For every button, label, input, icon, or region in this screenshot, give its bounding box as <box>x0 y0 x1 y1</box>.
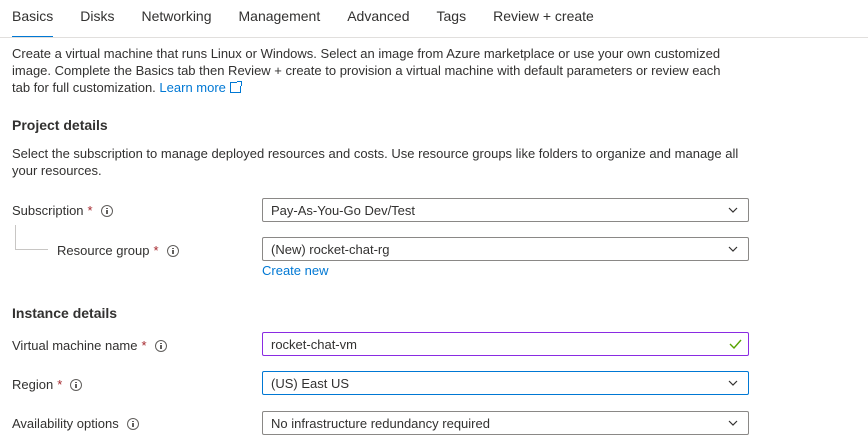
project-details-heading: Project details <box>12 117 108 133</box>
region-label: Region * <box>12 377 83 392</box>
tab-disks[interactable]: Disks <box>80 6 114 38</box>
resource-group-label-text: Resource group <box>57 243 150 258</box>
intro-text: Create a virtual machine that runs Linux… <box>12 46 721 95</box>
region-value: (US) East US <box>271 375 350 391</box>
availability-value: No infrastructure redundancy required <box>271 415 490 431</box>
vm-name-value: rocket-chat-vm <box>271 336 357 352</box>
subscription-dropdown[interactable]: Pay-As-You-Go Dev/Test <box>262 198 749 222</box>
subscription-label-text: Subscription <box>12 203 84 218</box>
intro-paragraph: Create a virtual machine that runs Linux… <box>12 45 742 96</box>
resource-group-label: Resource group * <box>57 243 179 258</box>
external-link-icon <box>229 81 242 93</box>
tab-networking[interactable]: Networking <box>141 6 211 38</box>
learn-more-label: Learn more <box>159 80 226 95</box>
project-details-description: Select the subscription to manage deploy… <box>12 146 739 178</box>
required-marker: * <box>57 377 63 392</box>
resource-group-dropdown[interactable]: (New) rocket-chat-rg <box>262 237 749 261</box>
availability-label: Availability options <box>12 416 139 431</box>
info-icon[interactable] <box>100 204 113 217</box>
resource-group-value: (New) rocket-chat-rg <box>271 241 390 257</box>
tab-divider <box>0 37 868 38</box>
valid-check-icon <box>729 339 742 349</box>
required-marker: * <box>87 203 93 218</box>
region-label-text: Region <box>12 377 54 392</box>
region-dropdown[interactable]: (US) East US <box>262 371 749 395</box>
tree-connector-branch <box>15 249 48 250</box>
info-icon[interactable] <box>166 244 179 257</box>
tab-tags[interactable]: Tags <box>437 6 467 38</box>
chevron-down-icon <box>728 207 738 213</box>
availability-label-text: Availability options <box>12 416 119 431</box>
required-marker: * <box>141 338 147 353</box>
create-new-resource-group-link[interactable]: Create new <box>262 263 328 278</box>
info-icon[interactable] <box>154 339 167 352</box>
subscription-value: Pay-As-You-Go Dev/Test <box>271 202 416 218</box>
chevron-down-icon <box>728 380 738 386</box>
availability-dropdown[interactable]: No infrastructure redundancy required <box>262 411 749 435</box>
info-icon[interactable] <box>70 378 83 391</box>
tree-connector <box>15 225 16 250</box>
tab-management[interactable]: Management <box>239 6 321 38</box>
learn-more-link[interactable]: Learn more <box>159 80 242 95</box>
required-marker: * <box>153 243 159 258</box>
tab-basics[interactable]: Basics <box>12 6 54 38</box>
subscription-label: Subscription * <box>12 203 113 218</box>
chevron-down-icon <box>728 246 738 252</box>
vm-name-label-text: Virtual machine name <box>12 338 138 353</box>
vm-name-label: Virtual machine name * <box>12 338 167 353</box>
info-icon[interactable] <box>126 417 139 430</box>
tab-bar: Basics Disks Networking Management Advan… <box>12 6 621 38</box>
chevron-down-icon <box>728 420 738 426</box>
tab-advanced[interactable]: Advanced <box>347 6 409 38</box>
tab-review-create[interactable]: Review + create <box>493 6 594 38</box>
vm-name-input[interactable]: rocket-chat-vm <box>262 332 749 356</box>
instance-details-heading: Instance details <box>12 305 118 321</box>
